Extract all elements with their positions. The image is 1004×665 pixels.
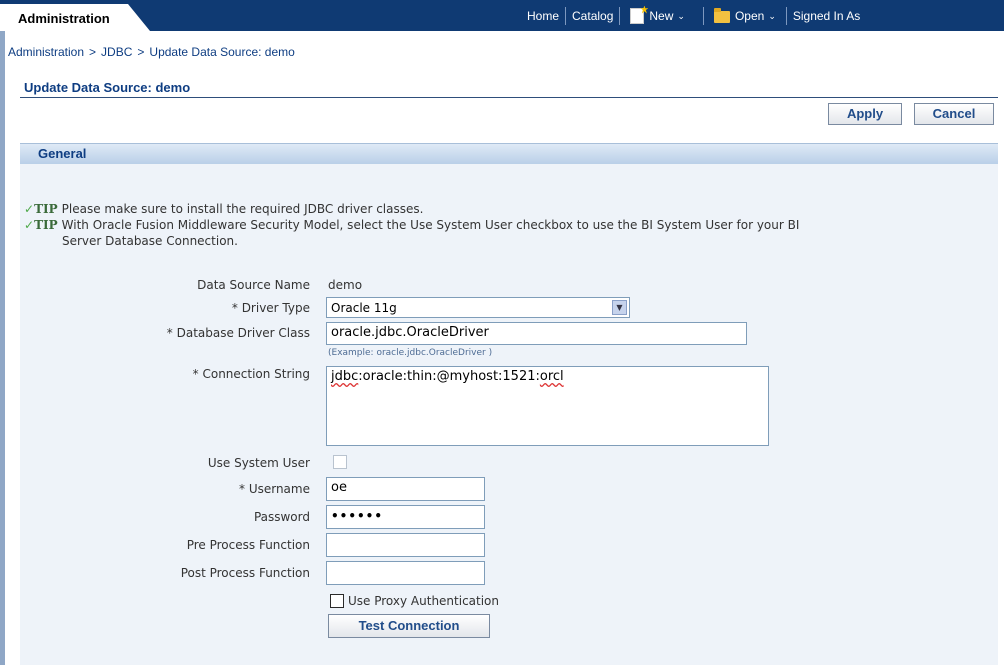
use-proxy-label: Use Proxy Authentication bbox=[348, 594, 500, 608]
driver-type-selected: Oracle 11g bbox=[331, 301, 397, 315]
post-process-input[interactable] bbox=[326, 561, 485, 585]
cancel-button[interactable]: Cancel bbox=[914, 103, 994, 125]
folder-icon bbox=[713, 7, 730, 23]
catalog-link[interactable]: Catalog bbox=[566, 7, 619, 25]
username-label: * Username bbox=[239, 482, 310, 496]
data-source-name-value: demo bbox=[328, 278, 363, 292]
form-labels: Data Source Name * Driver Type * Databas… bbox=[0, 0, 310, 665]
use-system-user-checkbox[interactable] bbox=[333, 455, 347, 469]
password-label: Password bbox=[253, 510, 310, 524]
use-proxy-checkbox[interactable] bbox=[330, 594, 344, 608]
open-menu[interactable]: Open ⌄ bbox=[704, 7, 782, 25]
data-source-name-label: Data Source Name bbox=[197, 278, 310, 292]
new-menu-label: New bbox=[649, 8, 674, 23]
home-link[interactable]: Home bbox=[521, 7, 565, 25]
driver-type-label: * Driver Type bbox=[231, 301, 310, 315]
catalog-link-label: Catalog bbox=[572, 8, 614, 23]
password-input[interactable]: •••••• bbox=[326, 505, 485, 529]
username-input[interactable]: oe bbox=[326, 477, 485, 501]
pre-process-label: Pre Process Function bbox=[186, 538, 310, 552]
use-system-user-label: Use System User bbox=[207, 456, 310, 470]
signed-in-as-menu[interactable]: Signed In As bbox=[787, 7, 866, 25]
global-nav: Home Catalog New ⌄ Open ⌄ Signed In As bbox=[521, 0, 866, 31]
connection-string-host: :oracle:thin:@myhost:1521: bbox=[358, 369, 540, 384]
chevron-down-icon: ▼ bbox=[612, 300, 627, 315]
connection-string-sid: orcl bbox=[539, 369, 564, 384]
home-link-label: Home bbox=[527, 8, 560, 23]
connection-string-label: * Connection String bbox=[192, 367, 310, 381]
new-menu[interactable]: New ⌄ bbox=[620, 7, 691, 25]
driver-type-select[interactable]: Oracle 11g ▼ bbox=[326, 297, 630, 318]
apply-button[interactable]: Apply bbox=[828, 103, 902, 125]
connection-string-textarea[interactable]: jdbc:oracle:thin:@myhost:1521:orcl bbox=[326, 366, 769, 446]
test-connection-button[interactable]: Test Connection bbox=[328, 614, 490, 638]
driver-class-hint: (Example: oracle.jdbc.OracleDriver ) bbox=[328, 348, 493, 358]
connection-string-jdbc: jdbc bbox=[331, 369, 359, 384]
post-process-label: Post Process Function bbox=[180, 566, 310, 580]
new-document-icon bbox=[630, 7, 645, 24]
signed-in-as-label: Signed In As bbox=[792, 8, 861, 23]
driver-class-label: * Database Driver Class bbox=[166, 326, 310, 340]
chevron-down-icon: ⌄ bbox=[677, 10, 685, 21]
pre-process-input[interactable] bbox=[326, 533, 485, 557]
open-menu-label: Open bbox=[734, 8, 765, 23]
driver-class-input[interactable]: oracle.jdbc.OracleDriver bbox=[326, 322, 747, 345]
chevron-down-icon: ⌄ bbox=[768, 10, 776, 21]
